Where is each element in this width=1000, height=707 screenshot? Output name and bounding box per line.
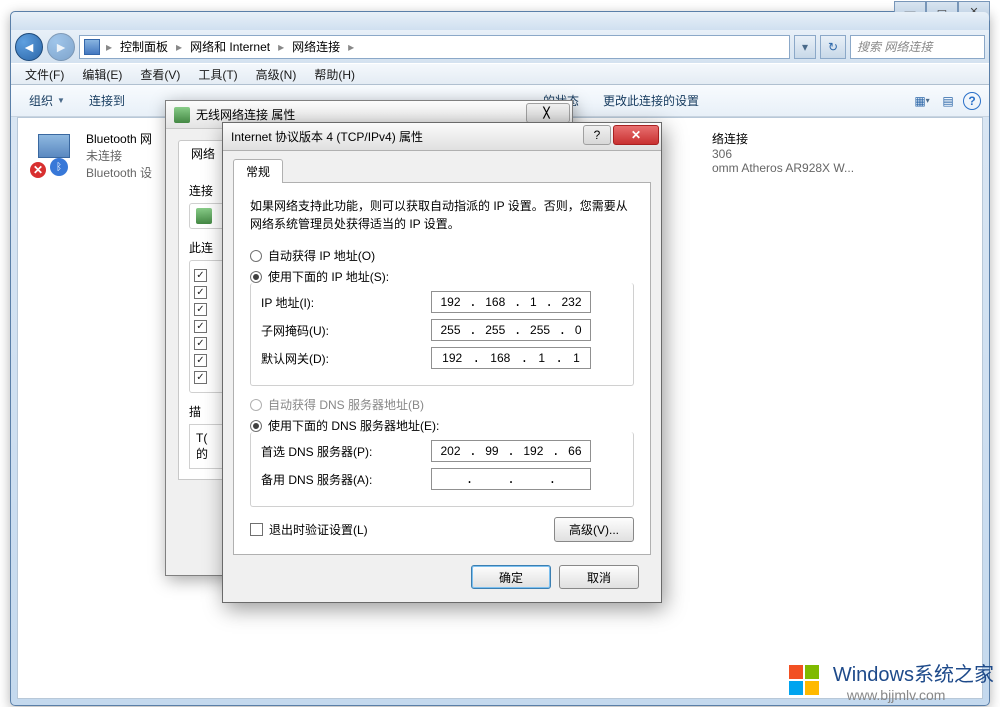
dns2-label: 备用 DNS 服务器(A): [261,471,431,488]
validate-checkbox[interactable] [250,523,263,536]
adapter-icon [196,208,212,224]
checkbox[interactable]: ✓ [194,371,207,384]
change-settings-button[interactable]: 更改此连接的设置 [593,88,709,113]
radio-button[interactable] [250,250,262,262]
address-dropdown[interactable]: ▾ [794,35,816,59]
menu-tools[interactable]: 工具(T) [190,64,245,85]
titlebar[interactable] [11,12,989,30]
gateway-input[interactable]: 192.168.1.1 [431,347,591,369]
dns1-input[interactable]: 202.99.192.66 [431,440,591,462]
view-mode-button[interactable]: ▦▾ [911,91,933,111]
chevron-right-icon: ▸ [176,40,182,54]
breadcrumb-item[interactable]: 网络连接 [290,38,342,55]
radio-label: 自动获得 IP 地址(O) [268,247,375,264]
connect-to-button[interactable]: 连接到 [79,88,135,113]
advanced-button[interactable]: 高级(V)... [554,517,634,542]
menu-help[interactable]: 帮助(H) [306,64,363,85]
breadcrumb-item[interactable]: 网络和 Internet [188,38,272,55]
hint-text: 如果网络支持此功能，则可以获取自动指派的 IP 设置。否则，您需要从网络系统管理… [250,197,634,233]
tab-general[interactable]: 常规 [233,159,283,183]
menu-edit[interactable]: 编辑(E) [74,64,130,85]
dns2-input[interactable]: ... [431,468,591,490]
network-icon: ✕ ᛒ [30,130,78,178]
watermark: Windows系统之家 www.bjjmlv.com [785,658,994,703]
radio-label: 自动获得 DNS 服务器地址(B) [268,396,424,413]
ok-button[interactable]: 确定 [471,565,551,589]
dialog-titlebar[interactable]: Internet 协议版本 4 (TCP/IPv4) 属性 ? ✕ [223,123,661,151]
navigation-bar: ◄ ► ▸ 控制面板 ▸ 网络和 Internet ▸ 网络连接 ▸ ▾ ↻ 搜… [11,30,989,63]
ip-address-label: IP 地址(I): [261,294,431,311]
radio-label: 使用下面的 DNS 服务器地址(E): [268,417,439,434]
dialog-icon [174,107,190,123]
ip-fields-group: IP 地址(I): 192.168.1.232 子网掩码(U): 255.255… [250,283,634,386]
menu-file[interactable]: 文件(F) [17,64,72,85]
gateway-label: 默认网关(D): [261,350,431,367]
cancel-button[interactable]: 取消 [559,565,639,589]
windows-logo-icon [785,661,825,701]
dns-fields-group: 首选 DNS 服务器(P): 202.99.192.66 备用 DNS 服务器(… [250,432,634,507]
checkbox[interactable]: ✓ [194,320,207,333]
checkbox[interactable]: ✓ [194,303,207,316]
watermark-url: www.bjjmlv.com [847,687,994,703]
checkbox[interactable]: ✓ [194,337,207,350]
radio-auto-dns: 自动获得 DNS 服务器地址(B) [250,396,634,413]
subnet-mask-label: 子网掩码(U): [261,322,431,339]
dialog-title-text: Internet 协议版本 4 (TCP/IPv4) 属性 [231,128,423,145]
chevron-right-icon: ▸ [106,40,112,54]
radio-label: 使用下面的 IP 地址(S): [268,268,389,285]
ip-address-input[interactable]: 192.168.1.232 [431,291,591,313]
preview-pane-button[interactable]: ▤ [937,91,959,111]
radio-button[interactable] [250,271,262,283]
checkbox[interactable]: ✓ [194,354,207,367]
location-icon [84,39,100,55]
search-input[interactable]: 搜索 网络连接 [850,35,985,59]
radio-auto-ip[interactable]: 自动获得 IP 地址(O) [250,247,634,264]
organize-button[interactable]: 组织▼ [19,88,75,113]
connection-wifi[interactable]: 络连接 306 omm Atheros AR928X W... [708,126,933,184]
dns1-label: 首选 DNS 服务器(P): [261,443,431,460]
back-button[interactable]: ◄ [15,33,43,61]
ipv4-properties-dialog: Internet 协议版本 4 (TCP/IPv4) 属性 ? ✕ 常规 如果网… [222,122,662,603]
address-bar[interactable]: ▸ 控制面板 ▸ 网络和 Internet ▸ 网络连接 ▸ [79,35,790,59]
bluetooth-icon: ᛒ [50,158,68,176]
menu-bar: 文件(F) 编辑(E) 查看(V) 工具(T) 高级(N) 帮助(H) [11,63,989,85]
checkbox[interactable]: ✓ [194,269,207,282]
watermark-brand: Windows [833,664,914,686]
menu-advanced[interactable]: 高级(N) [248,64,305,85]
forward-button[interactable]: ► [47,33,75,61]
connection-device: omm Atheros AR928X W... [712,161,929,175]
connection-title: 络连接 [712,130,929,147]
refresh-button[interactable]: ↻ [820,35,846,59]
checkbox[interactable]: ✓ [194,286,207,299]
subnet-mask-input[interactable]: 255.255.255.0 [431,319,591,341]
chevron-down-icon: ▼ [57,96,65,105]
connection-status: 306 [712,147,929,161]
dialog-close-button[interactable]: ╳ [526,103,570,123]
dialog-title-text: 无线网络连接 属性 [196,106,295,123]
error-badge-icon: ✕ [30,162,46,178]
breadcrumb-item[interactable]: 控制面板 [118,38,170,55]
validate-label: 退出时验证设置(L) [269,521,368,538]
dialog-close-button[interactable]: ✕ [613,125,659,145]
radio-button [250,399,262,411]
dialog-help-button[interactable]: ? [583,125,611,145]
menu-view[interactable]: 查看(V) [132,64,188,85]
radio-button[interactable] [250,420,262,432]
chevron-right-icon: ▸ [348,40,354,54]
tab-network[interactable]: 网络 [178,140,228,166]
chevron-right-icon: ▸ [278,40,284,54]
help-button[interactable]: ? [963,92,981,110]
